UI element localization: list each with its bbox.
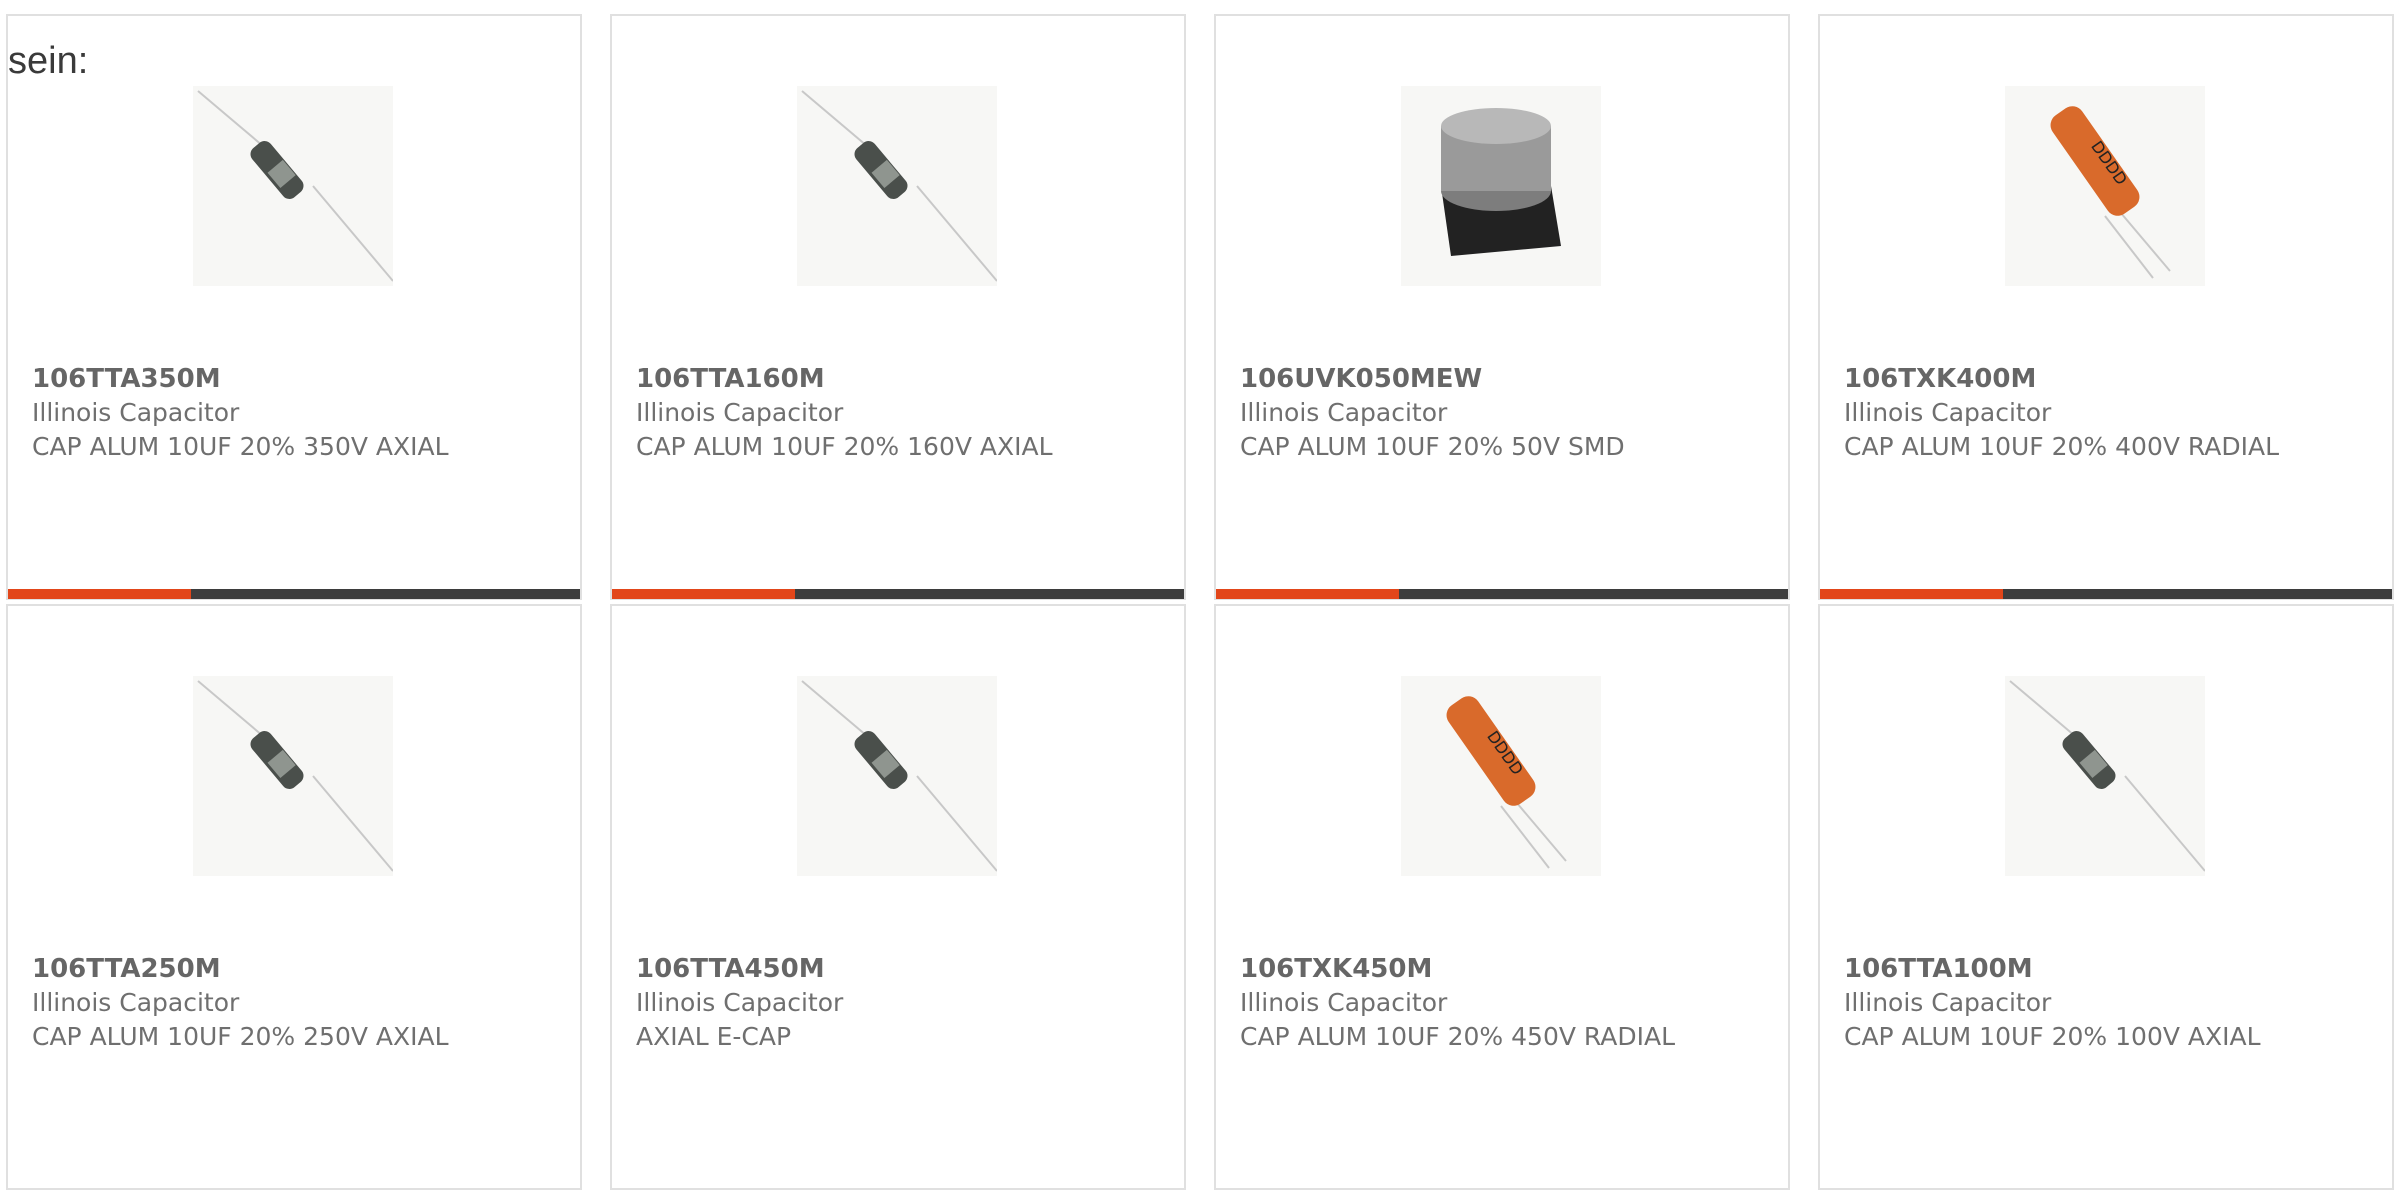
card-accent: [1820, 589, 2003, 599]
intro-text: sein:: [8, 40, 89, 82]
card-accent: [612, 589, 795, 599]
manufacturer: Illinois Capacitor: [1240, 988, 1448, 1017]
description: CAP ALUM 10UF 20% 160V AXIAL: [636, 432, 1053, 461]
card-footer-bar: [1216, 589, 1788, 599]
part-number[interactable]: 106TTA250M: [32, 952, 552, 986]
radial-capacitor-image[interactable]: DDDD: [2005, 86, 2205, 286]
description: CAP ALUM 10UF 20% 250V AXIAL: [32, 1022, 449, 1051]
axial-capacitor-image[interactable]: [2005, 676, 2205, 876]
card-footer-bar: [1820, 589, 2392, 599]
manufacturer: Illinois Capacitor: [636, 398, 844, 427]
manufacturer: Illinois Capacitor: [636, 988, 844, 1017]
product-card[interactable]: 106TTA160M Illinois Capacitor CAP ALUM 1…: [610, 14, 1186, 600]
manufacturer: Illinois Capacitor: [1844, 988, 2052, 1017]
description: AXIAL E-CAP: [636, 1022, 792, 1051]
product-card[interactable]: 106TTA250M Illinois Capacitor CAP ALUM 1…: [6, 604, 582, 1190]
manufacturer: Illinois Capacitor: [32, 398, 240, 427]
axial-capacitor-image[interactable]: [797, 86, 997, 286]
product-card[interactable]: 106TTA450M Illinois Capacitor AXIAL E-CA…: [610, 604, 1186, 1190]
card-footer-bar: [612, 589, 1184, 599]
part-number[interactable]: 106TTA450M: [636, 952, 1156, 986]
part-number[interactable]: 106UVK050MEW: [1240, 362, 1760, 396]
description: CAP ALUM 10UF 20% 400V RADIAL: [1844, 432, 2280, 461]
description: CAP ALUM 10UF 20% 50V SMD: [1240, 432, 1625, 461]
axial-capacitor-image[interactable]: [797, 676, 997, 876]
part-number[interactable]: 106TTA100M: [1844, 952, 2364, 986]
radial-capacitor-image[interactable]: DDDD: [1401, 676, 1601, 876]
product-card[interactable]: DDDD 106TXK400M Illinois Capacitor CAP A…: [1818, 14, 2394, 600]
part-number[interactable]: 106TXK450M: [1240, 952, 1760, 986]
card-footer-bar: [8, 589, 580, 599]
axial-capacitor-image[interactable]: [193, 676, 393, 876]
description: CAP ALUM 10UF 20% 350V AXIAL: [32, 432, 449, 461]
part-number[interactable]: 106TTA350M: [32, 362, 552, 396]
manufacturer: Illinois Capacitor: [32, 988, 240, 1017]
description: CAP ALUM 10UF 20% 100V AXIAL: [1844, 1022, 2261, 1051]
axial-capacitor-image[interactable]: [193, 86, 393, 286]
product-card[interactable]: 106TTA100M Illinois Capacitor CAP ALUM 1…: [1818, 604, 2394, 1190]
manufacturer: Illinois Capacitor: [1844, 398, 2052, 427]
card-accent: [8, 589, 191, 599]
product-card[interactable]: DDDD 106TXK450M Illinois Capacitor CAP A…: [1214, 604, 1790, 1190]
card-accent: [1216, 589, 1399, 599]
manufacturer: Illinois Capacitor: [1240, 398, 1448, 427]
description: CAP ALUM 10UF 20% 450V RADIAL: [1240, 1022, 1676, 1051]
product-card[interactable]: 106TTA350M Illinois Capacitor CAP ALUM 1…: [6, 14, 582, 600]
part-number[interactable]: 106TTA160M: [636, 362, 1156, 396]
part-number[interactable]: 106TXK400M: [1844, 362, 2364, 396]
smd-capacitor-image[interactable]: [1401, 86, 1601, 286]
product-card[interactable]: 106UVK050MEW Illinois Capacitor CAP ALUM…: [1214, 14, 1790, 600]
